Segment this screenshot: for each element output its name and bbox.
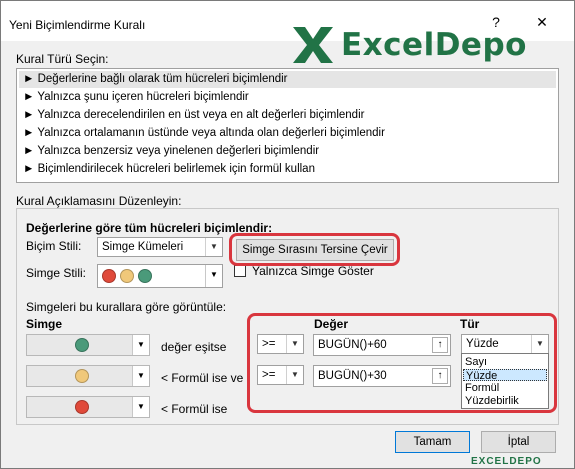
yellow-circle-icon: [75, 369, 89, 383]
ok-button[interactable]: Tamam: [395, 431, 470, 453]
exceldepo-logo: ExcelDepo: [291, 25, 527, 65]
new-formatting-rule-dialog: Yeni Biçimlendirme Kuralı ? ✕ ExcelDepo …: [0, 0, 575, 469]
yellow-circle-icon: [120, 269, 134, 283]
watermark: EXCELDEPO: [471, 456, 542, 467]
rule-type-item[interactable]: ► Biçimlendirilecek hücreleri belirlemek…: [19, 161, 556, 178]
icon-column-header: Simge: [26, 317, 63, 331]
icon-style-select[interactable]: ▼: [97, 264, 223, 288]
row3-condition: < Formül ise: [161, 402, 228, 416]
rule-type-item[interactable]: ► Değerlerine bağlı olarak tüm hücreleri…: [19, 71, 556, 88]
logo-text: ExcelDepo: [341, 27, 527, 63]
rules-heading: Simgeleri bu kurallara göre görüntüle:: [26, 300, 227, 314]
chevron-down-icon: ▼: [205, 265, 222, 287]
format-style-label: Biçim Stili:: [26, 239, 82, 253]
dialog-title: Yeni Biçimlendirme Kuralı: [9, 18, 146, 32]
rule-type-list[interactable]: ► Değerlerine bağlı olarak tüm hücreleri…: [16, 68, 559, 183]
cancel-button[interactable]: İptal: [481, 431, 556, 453]
red-circle-icon: [75, 400, 89, 414]
x-logo-icon: [293, 27, 333, 63]
rule-type-item[interactable]: ► Yalnızca benzersiz veya yinelenen değe…: [19, 143, 556, 160]
chevron-down-icon: ▼: [132, 335, 149, 355]
red-circle-icon: [102, 269, 116, 283]
rule-type-label: Kural Türü Seçin:: [16, 52, 109, 66]
green-circle-icon: [75, 338, 89, 352]
close-button[interactable]: ✕: [531, 11, 553, 33]
rule-type-item[interactable]: ► Yalnızca derecelendirilen en üst veya …: [19, 107, 556, 124]
chevron-down-icon: ▼: [132, 397, 149, 417]
green-circle-icon: [138, 269, 152, 283]
chevron-down-icon: ▼: [132, 366, 149, 386]
edit-rule-label: Kural Açıklamasını Düzenleyin:: [16, 194, 182, 208]
row2-icon-select[interactable]: ▼: [26, 365, 150, 387]
show-icon-only-checkbox[interactable]: [234, 265, 246, 277]
rule-type-item[interactable]: ► Yalnızca ortalamanın üstünde veya altı…: [19, 125, 556, 142]
reverse-button-highlight: [229, 233, 400, 266]
show-icon-only-label: Yalnızca Simge Göster: [252, 264, 374, 278]
chevron-down-icon: ▼: [205, 238, 222, 256]
format-style-select[interactable]: Simge Kümeleri ▼: [97, 237, 223, 257]
rules-highlight: [247, 313, 557, 413]
rule-type-item[interactable]: ► Yalnızca şunu içeren hücreleri biçimle…: [19, 89, 556, 106]
icon-style-label: Simge Stili:: [26, 266, 87, 280]
row1-condition: değer eşitse: [161, 340, 227, 354]
row2-condition: < Formül ise ve: [161, 371, 244, 385]
row1-icon-select[interactable]: ▼: [26, 334, 150, 356]
row3-icon-select[interactable]: ▼: [26, 396, 150, 418]
